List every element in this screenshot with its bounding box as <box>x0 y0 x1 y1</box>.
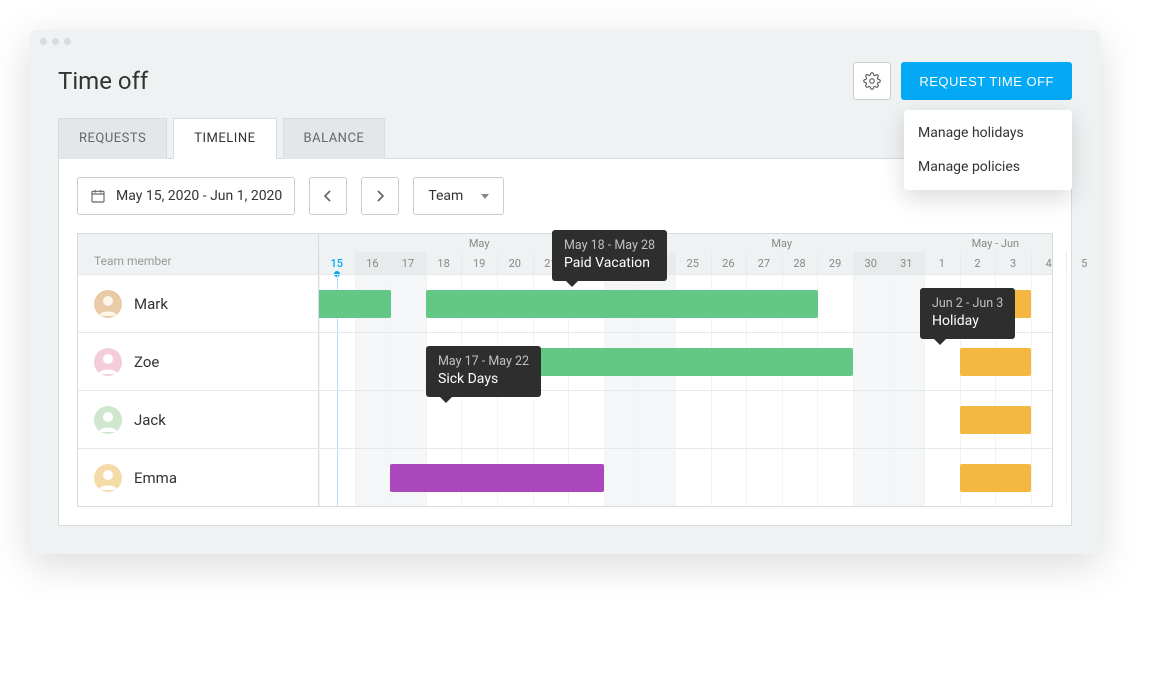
day-header-cell[interactable]: 26 <box>711 252 747 274</box>
month-group-label: May <box>639 237 924 250</box>
next-period-button[interactable] <box>361 177 399 215</box>
day-header-cell[interactable]: 17 <box>390 252 426 274</box>
tooltip-range: Jun 2 - Jun 3 <box>932 296 1003 311</box>
tooltip-sick-days: May 17 - May 22 Sick Days <box>426 346 541 397</box>
tooltip-label: Sick Days <box>438 371 529 387</box>
day-header-cell[interactable]: 3 <box>995 252 1031 274</box>
menu-manage-holidays[interactable]: Manage holidays <box>904 116 1072 150</box>
member-cell[interactable]: Zoe <box>78 333 319 390</box>
timeline-row: Emma <box>78 448 1052 506</box>
day-header-cell[interactable]: 18 <box>426 252 462 274</box>
grid-column <box>1066 274 1102 506</box>
prev-period-button[interactable] <box>309 177 347 215</box>
tooltip-label: Paid Vacation <box>564 255 655 271</box>
tooltip-range: May 18 - May 28 <box>564 238 655 253</box>
member-name: Mark <box>134 295 168 313</box>
tab-timeline[interactable]: TIMELINE <box>173 118 276 159</box>
timeoff-bar[interactable] <box>960 406 1031 434</box>
day-header-cell[interactable]: 29 <box>817 252 853 274</box>
chevron-left-icon <box>323 190 333 202</box>
member-cell[interactable]: Emma <box>78 449 319 506</box>
avatar <box>94 464 122 492</box>
day-header-cell[interactable]: 15 <box>319 252 355 274</box>
tab-balance[interactable]: BALANCE <box>283 118 386 159</box>
timeline-panel: May 15, 2020 - Jun 1, 2020 Team Team mem… <box>58 158 1072 526</box>
member-cell[interactable]: Mark <box>78 275 319 332</box>
day-header-cell[interactable]: 16 <box>355 252 391 274</box>
day-header-cell[interactable]: 5 <box>1066 252 1102 274</box>
member-name: Jack <box>134 411 166 429</box>
tooltip-paid-vacation: May 18 - May 28 Paid Vacation <box>552 230 667 281</box>
calendar-icon <box>90 188 106 204</box>
chevron-right-icon <box>375 190 385 202</box>
day-header-cell[interactable]: 19 <box>461 252 497 274</box>
settings-button[interactable] <box>853 62 891 100</box>
date-range-label: May 15, 2020 - Jun 1, 2020 <box>116 188 282 204</box>
timeline-row: Zoe Jun 2 - Jun 3 Holiday <box>78 332 1052 390</box>
scope-select[interactable]: Team <box>413 177 504 215</box>
avatar <box>94 406 122 434</box>
header-actions: REQUEST TIME OFF Manage holidays Manage … <box>853 62 1072 100</box>
scope-label: Team <box>428 188 463 204</box>
window-dot <box>52 38 59 45</box>
request-time-off-button[interactable]: REQUEST TIME OFF <box>901 62 1072 100</box>
avatar <box>94 348 122 376</box>
page-header: Time off REQUEST TIME OFF Manage holiday… <box>30 52 1100 118</box>
member-name: Zoe <box>134 353 159 371</box>
timeoff-bar[interactable] <box>319 290 391 318</box>
member-name: Emma <box>134 469 177 487</box>
page-title: Time off <box>58 67 148 95</box>
day-header-cell[interactable]: 1 <box>924 252 960 274</box>
chevron-down-icon <box>481 194 489 199</box>
timeline-row: Jack May 17 - May 22 Sick Days <box>78 390 1052 448</box>
timeline-grid: Team member MayMayMay - Jun 151617181920… <box>77 233 1053 507</box>
dates-header: MayMayMay - Jun 151617181920212223242526… <box>319 234 1102 274</box>
day-header-cell[interactable]: 27 <box>746 252 782 274</box>
date-range-picker[interactable]: May 15, 2020 - Jun 1, 2020 <box>77 177 295 215</box>
app-window: Time off REQUEST TIME OFF Manage holiday… <box>30 30 1100 554</box>
gear-icon <box>863 72 881 90</box>
avatar <box>94 290 122 318</box>
window-chrome <box>30 30 1100 52</box>
window-dot <box>64 38 71 45</box>
settings-dropdown: Manage holidays Manage policies <box>904 110 1072 190</box>
bars-cell: May 17 - May 22 Sick Days <box>319 391 1052 448</box>
window-dot <box>40 38 47 45</box>
tooltip-range: May 17 - May 22 <box>438 354 529 369</box>
day-header-cell[interactable]: 30 <box>853 252 889 274</box>
timeoff-bar[interactable] <box>960 348 1031 376</box>
tab-requests[interactable]: REQUESTS <box>58 118 167 159</box>
day-header-cell[interactable]: 31 <box>889 252 925 274</box>
timeoff-bar[interactable] <box>426 290 818 318</box>
bars-cell <box>319 449 1052 506</box>
day-header-cell[interactable]: 25 <box>675 252 711 274</box>
day-header-cell[interactable]: 2 <box>960 252 996 274</box>
timeline-row: Mark May 18 - May 28 Paid Vacation <box>78 274 1052 332</box>
menu-manage-policies[interactable]: Manage policies <box>904 150 1072 184</box>
day-header-cell[interactable]: 20 <box>497 252 533 274</box>
tooltip-holiday: Jun 2 - Jun 3 Holiday <box>920 288 1015 339</box>
month-group-label: May - Jun <box>924 237 1066 250</box>
tooltip-label: Holiday <box>932 313 1003 329</box>
timeline-body: Mark May 18 - May 28 Paid Vacation <box>78 274 1052 506</box>
timeoff-bar[interactable] <box>390 464 604 492</box>
day-header-cell[interactable]: 4 <box>1031 252 1067 274</box>
day-header-cell[interactable]: 28 <box>782 252 818 274</box>
member-column-header: Team member <box>78 234 319 274</box>
timeoff-bar[interactable] <box>960 464 1031 492</box>
member-cell[interactable]: Jack <box>78 391 319 448</box>
